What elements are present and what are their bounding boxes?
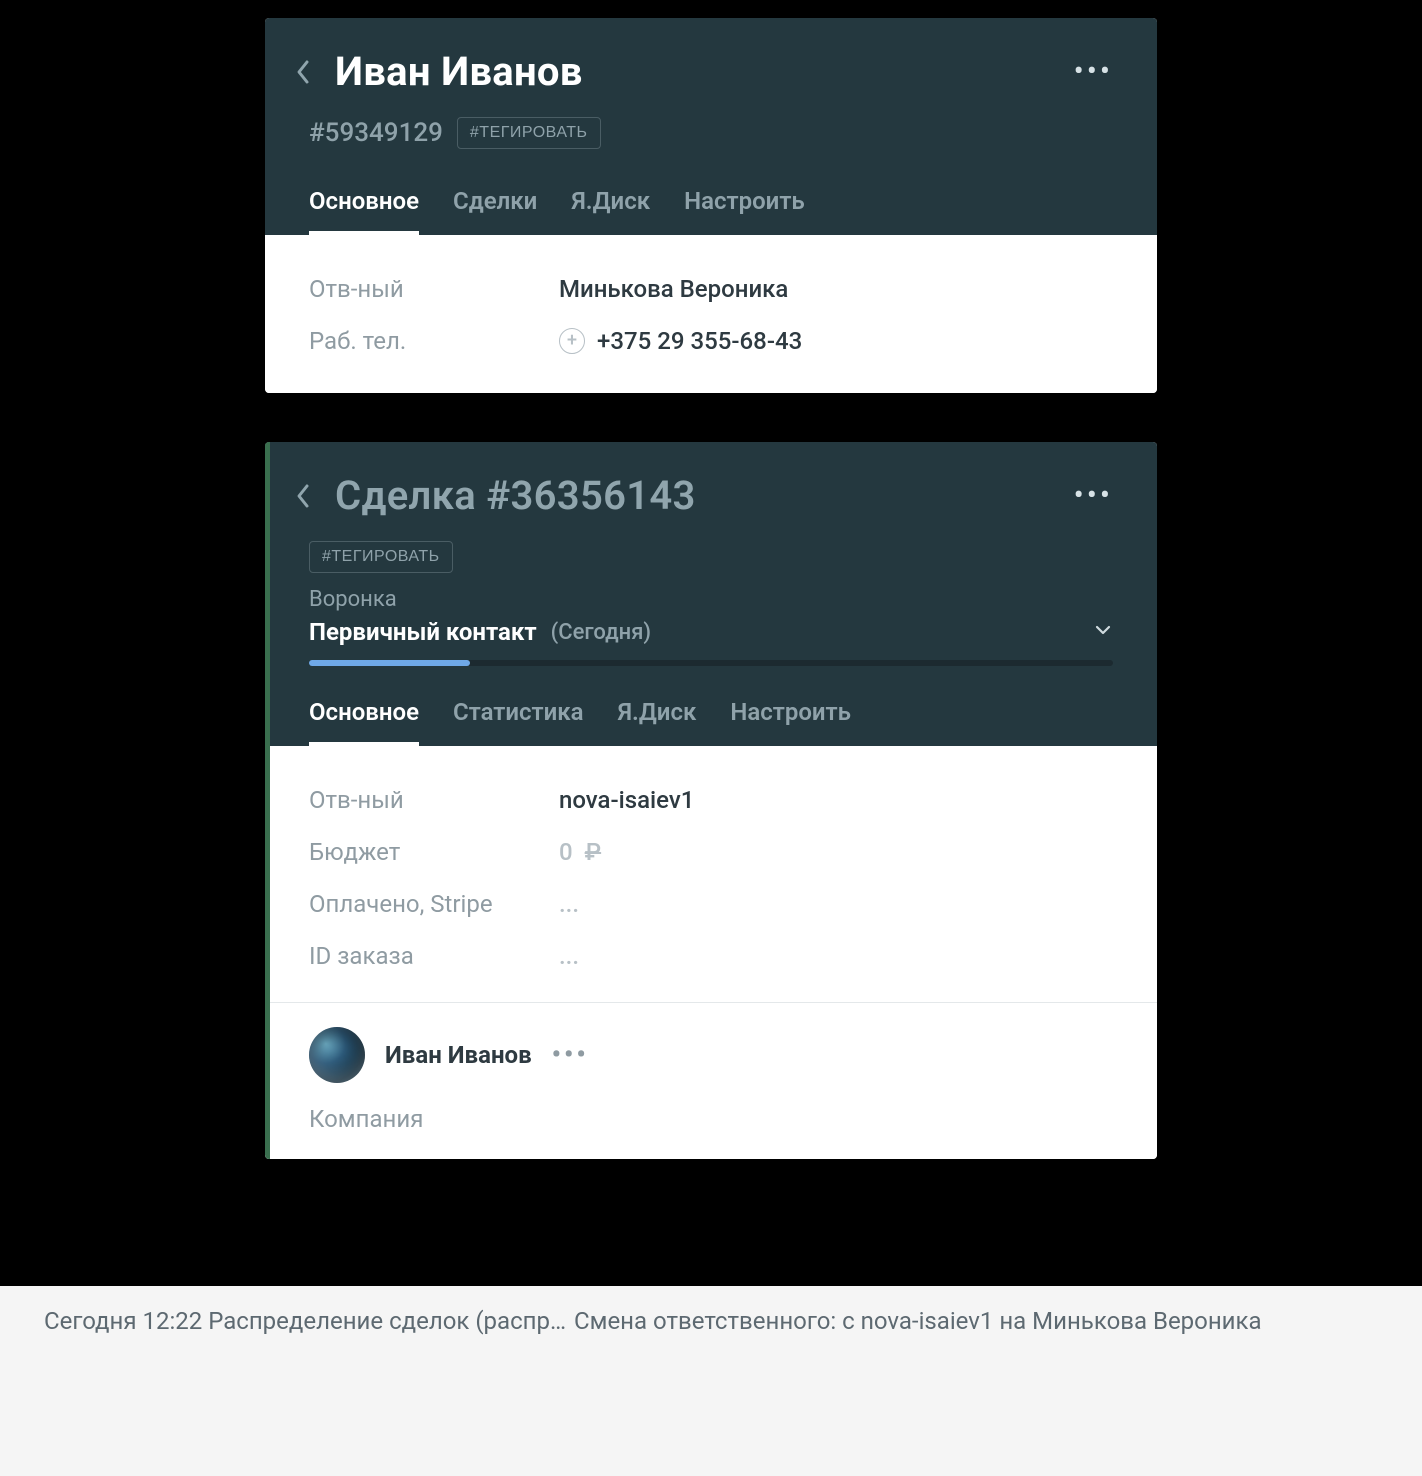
contact-id-hash: #59349129	[309, 118, 443, 148]
field-value[interactable]: Минькова Вероника	[559, 275, 788, 303]
field-order-id: ID заказа ...	[309, 930, 1113, 982]
avatar	[309, 1027, 365, 1083]
contact-card: Иван Иванов ••• #59349129 #ТЕГИРОВАТЬ Ос…	[265, 18, 1157, 393]
field-label: ID заказа	[309, 942, 559, 970]
tab-yadisk[interactable]: Я.Диск	[571, 187, 650, 235]
field-budget: Бюджет 0 ₽	[309, 826, 1113, 878]
deal-title: Сделка #36356143	[335, 472, 696, 519]
tab-settings[interactable]: Настроить	[730, 698, 851, 746]
tab-main[interactable]: Основное	[309, 698, 419, 746]
deal-card-header: Сделка #36356143 ••• #ТЕГИРОВАТЬ Воронка…	[265, 442, 1157, 746]
divider	[265, 1002, 1157, 1003]
field-label: Оплачено, Stripe	[309, 890, 559, 918]
field-value[interactable]: nova-isaiev1	[559, 786, 694, 814]
log-segment-2: Смена ответственного: с nova-isaiev1 на …	[574, 1307, 1262, 1335]
pipeline-selector[interactable]: Первичный контакт (Сегодня)	[309, 618, 1113, 646]
field-value[interactable]: ...	[559, 942, 579, 970]
field-label: Отв-ный	[309, 786, 559, 814]
field-label: Бюджет	[309, 838, 559, 866]
tab-main[interactable]: Основное	[309, 187, 419, 235]
field-responsible: Отв-ный nova-isaiev1	[309, 774, 1113, 826]
pipeline-date: (Сегодня)	[551, 620, 651, 645]
more-icon[interactable]: •••	[1074, 54, 1113, 89]
field-label: Раб. тел.	[309, 327, 559, 355]
more-icon[interactable]: •••	[552, 1040, 589, 1070]
tab-settings[interactable]: Настроить	[684, 187, 805, 235]
contact-card-body: Отв-ный Минькова Вероника Раб. тел. + +3…	[265, 235, 1157, 393]
log-segment-1: Сегодня 12:22 Распределение сделок (расп…	[44, 1307, 566, 1335]
pipeline-label: Воронка	[309, 587, 1113, 612]
company-label: Компания	[309, 1105, 1113, 1133]
tab-yadisk[interactable]: Я.Диск	[618, 698, 697, 746]
back-icon[interactable]	[289, 54, 317, 90]
activity-log-line: Сегодня 12:22 Распределение сделок (расп…	[0, 1286, 1422, 1356]
tag-button[interactable]: #ТЕГИРОВАТЬ	[309, 541, 453, 573]
contact-name: Иван Иванов	[385, 1041, 532, 1069]
more-icon[interactable]: •••	[1074, 478, 1113, 513]
deal-card: Сделка #36356143 ••• #ТЕГИРОВАТЬ Воронка…	[265, 442, 1157, 1159]
contact-tabs: Основное Сделки Я.Диск Настроить	[309, 187, 1113, 235]
field-value[interactable]: 0 ₽	[559, 838, 601, 866]
tab-stats[interactable]: Статистика	[453, 698, 584, 746]
currency-symbol: ₽	[585, 838, 601, 866]
pipeline-stage: Первичный контакт	[309, 618, 537, 646]
back-icon[interactable]	[289, 478, 317, 514]
chevron-down-icon	[1093, 620, 1113, 644]
tab-deals[interactable]: Сделки	[453, 187, 537, 235]
add-phone-icon[interactable]: +	[559, 328, 585, 354]
deal-contact[interactable]: Иван Иванов •••	[309, 1027, 1113, 1083]
field-value[interactable]: ...	[559, 890, 579, 918]
deal-tabs: Основное Статистика Я.Диск Настроить	[309, 698, 1113, 746]
field-label: Отв-ный	[309, 275, 559, 303]
contact-title: Иван Иванов	[335, 48, 583, 95]
pipeline-progress-fill	[309, 660, 470, 666]
field-responsible: Отв-ный Минькова Вероника	[309, 263, 1113, 315]
tag-button[interactable]: #ТЕГИРОВАТЬ	[457, 117, 601, 149]
field-value[interactable]: + +375 29 355-68-43	[559, 327, 802, 355]
field-paid-stripe: Оплачено, Stripe ...	[309, 878, 1113, 930]
deal-card-body: Отв-ный nova-isaiev1 Бюджет 0 ₽ Оплачено…	[265, 746, 1157, 1159]
phone-number[interactable]: +375 29 355-68-43	[597, 327, 802, 355]
field-work-phone: Раб. тел. + +375 29 355-68-43	[309, 315, 1113, 367]
pipeline-progress	[309, 660, 1113, 666]
contact-card-header: Иван Иванов ••• #59349129 #ТЕГИРОВАТЬ Ос…	[265, 18, 1157, 235]
budget-amount: 0	[559, 838, 573, 866]
